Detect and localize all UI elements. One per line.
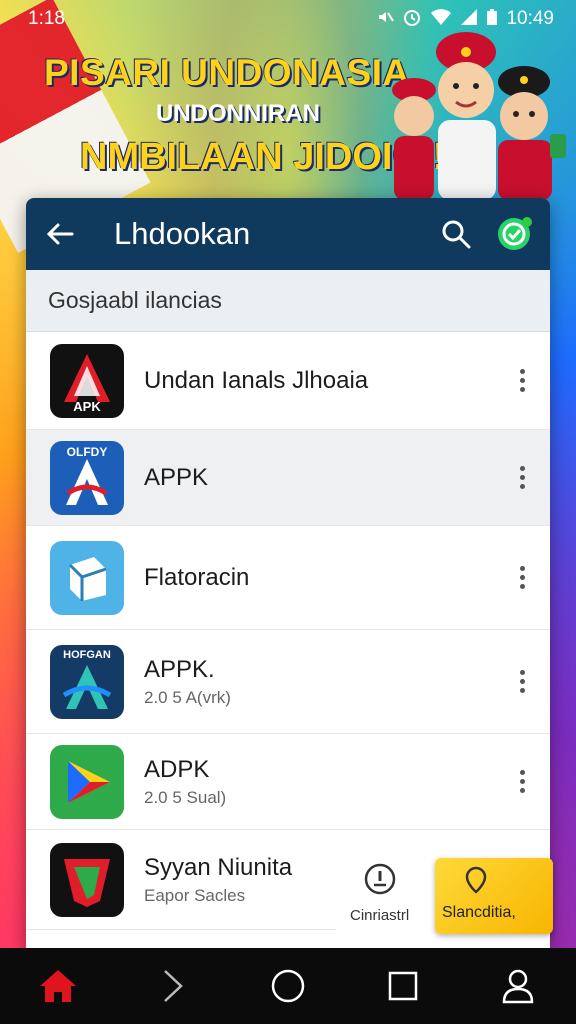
whatsapp-icon[interactable] xyxy=(494,214,534,254)
navigation-bar xyxy=(0,948,576,1024)
quick-action-left-label: Cinriastrl xyxy=(350,907,410,924)
apk-a-icon: APK xyxy=(50,343,124,418)
location-pin-icon[interactable] xyxy=(460,864,492,901)
app-name: APPK xyxy=(144,463,209,491)
status-time: 1:18 xyxy=(28,8,65,29)
shield-icon xyxy=(50,842,124,917)
more-options-icon[interactable] xyxy=(512,363,532,399)
banner-title: PISARI UNDONASIA xyxy=(44,52,410,93)
recents-icon[interactable] xyxy=(379,962,427,1010)
quick-action-right-label: Slancditia, xyxy=(442,904,516,921)
app-icon-label: HOFGAN xyxy=(63,648,111,661)
home-icon[interactable] xyxy=(34,962,82,1010)
circle-home-icon[interactable] xyxy=(264,962,312,1010)
cartoon-characters-illustration xyxy=(392,32,566,200)
list-item[interactable]: Flatoracin xyxy=(26,526,550,630)
app-name: Undan Ianals Jlhoaia xyxy=(144,366,369,394)
more-options-icon[interactable] xyxy=(512,460,532,496)
app-name: Flatoracin xyxy=(144,563,250,591)
apk-dark-icon: HOFGAN xyxy=(50,644,124,719)
more-options-icon[interactable] xyxy=(512,664,532,700)
app-name: ADPK xyxy=(144,755,210,783)
app-subtitle: 2.0 5 Sual) xyxy=(144,787,227,807)
banner-subtitle: UNDONNIRAN xyxy=(156,100,320,127)
app-icon-label: OLFDY xyxy=(66,444,108,459)
app-bar-title: Lhdookan xyxy=(114,216,251,251)
quick-action-left[interactable]: Cinriastrl xyxy=(350,862,409,924)
app-icon-label: APK xyxy=(73,398,101,414)
forward-icon[interactable] xyxy=(149,962,197,1010)
more-options-icon[interactable] xyxy=(512,764,532,800)
yellow-sticker xyxy=(435,858,553,934)
app-bar: Lhdookan xyxy=(26,198,550,270)
info-circle-icon xyxy=(364,863,395,895)
app-name: APPK. xyxy=(144,655,215,683)
list-item[interactable]: OLFDY APPK xyxy=(26,430,550,526)
list-item[interactable]: APK Undan Ianals Jlhoaia xyxy=(26,332,550,430)
app-subtitle: 2.0 5 A(vrk) xyxy=(144,687,231,707)
profile-icon[interactable] xyxy=(494,962,542,1010)
cube-icon xyxy=(50,540,124,615)
section-header: Gosjaabl ilancias xyxy=(26,270,550,332)
back-arrow-icon[interactable] xyxy=(42,216,78,252)
list-item[interactable]: ADPK 2.0 5 Sual) xyxy=(26,734,550,830)
play-arrow-icon xyxy=(50,744,124,819)
app-panel: Lhdookan Gosjaabl ilancias APK Undan Ian… xyxy=(26,198,550,950)
list-item[interactable]: HOFGAN APPK. 2.0 5 A(vrk) xyxy=(26,630,550,734)
apk-blue-icon: OLFDY xyxy=(50,440,124,515)
more-options-icon[interactable] xyxy=(512,560,532,596)
search-icon[interactable] xyxy=(436,214,476,254)
